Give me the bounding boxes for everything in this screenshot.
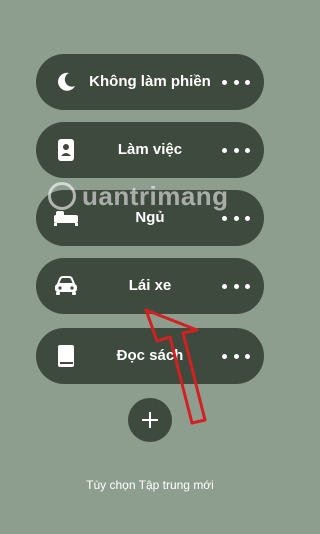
annotation-arrow [144, 308, 207, 425]
